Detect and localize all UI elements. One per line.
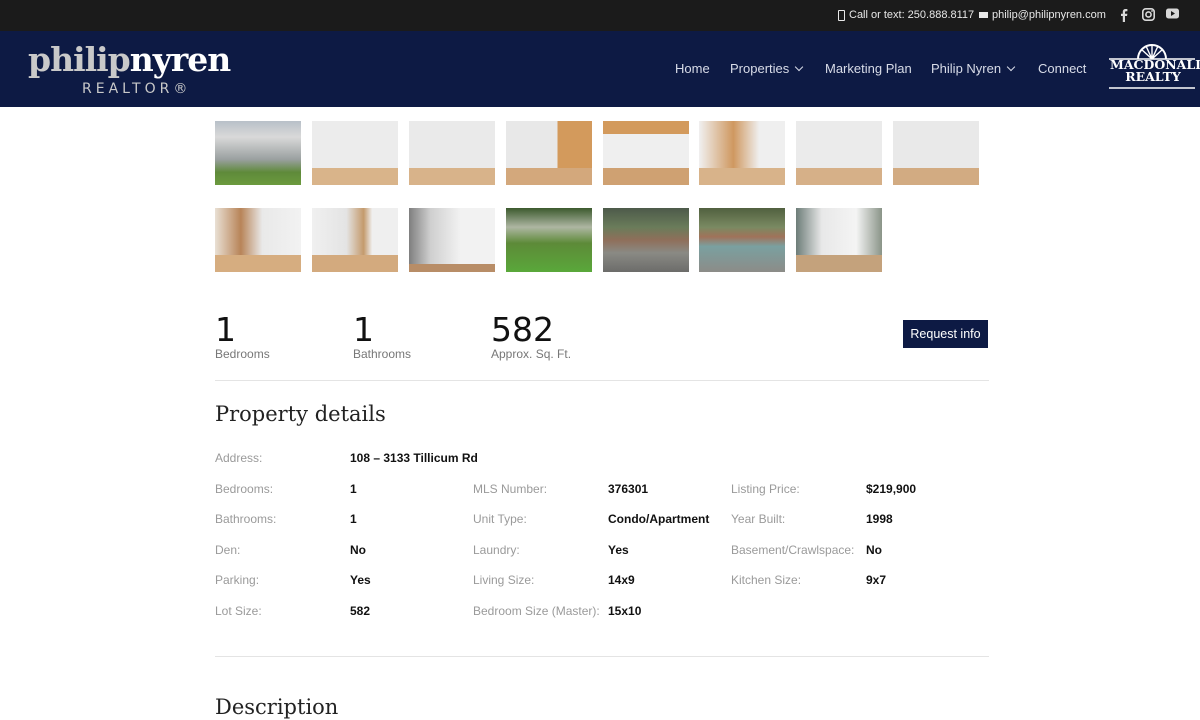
address-label: Address:: [215, 451, 263, 465]
top-bar: Call or text: 250.888.8117 philip@philip…: [0, 0, 1200, 31]
logo-part-1: philip: [28, 40, 131, 79]
detail-label: Laundry:: [473, 543, 520, 557]
bedrooms-label: Bedrooms: [215, 347, 270, 361]
detail-label: Parking:: [215, 573, 260, 587]
email-contact[interactable]: philip@philipnyren.com: [979, 9, 1106, 21]
detail-label: Unit Type:: [473, 512, 527, 526]
address-value: 108 – 3133 Tillicum Rd: [350, 451, 478, 465]
property-details-title: Property details: [215, 402, 386, 426]
description-title: Description: [215, 695, 339, 719]
phone-text: Call or text: 250.888.8117: [849, 9, 975, 21]
gallery-photo[interactable]: [796, 208, 882, 272]
divider: [215, 656, 989, 657]
nav-properties-label: Properties: [730, 61, 790, 76]
detail-value: Condo/Apartment: [608, 512, 710, 526]
nav-home-label: Home: [675, 61, 710, 76]
logo-wordmark: philipnyren: [28, 40, 232, 79]
detail-label: Den:: [215, 543, 241, 557]
phone-icon: [838, 9, 845, 21]
gallery-photo[interactable]: [506, 208, 592, 272]
bathrooms-label: Bathrooms: [353, 347, 412, 361]
sqft-label: Approx. Sq. Ft.: [491, 347, 572, 361]
detail-label: Listing Price:: [731, 482, 800, 496]
detail-label: MLS Number:: [473, 482, 548, 496]
phone-contact[interactable]: Call or text: 250.888.8117: [838, 9, 974, 21]
detail-value: Yes: [608, 543, 629, 557]
nav-philip-nyren[interactable]: Philip Nyren: [931, 61, 1016, 76]
detail-value: 14x9: [608, 573, 635, 587]
gallery-photo[interactable]: [893, 121, 979, 185]
brand-text: MACDONALD REALTY: [1110, 58, 1200, 84]
gallery-photo[interactable]: [215, 121, 301, 185]
gallery-photo[interactable]: [796, 121, 882, 185]
detail-value: $219,900: [866, 482, 917, 496]
detail-label: Living Size:: [473, 573, 535, 587]
detail-value: 376301: [608, 482, 649, 496]
nav-philip-nyren-label: Philip Nyren: [931, 61, 1002, 76]
detail-label: Kitchen Size:: [731, 573, 802, 587]
detail-label: Bathrooms:: [215, 512, 277, 526]
gallery-photo[interactable]: [699, 121, 785, 185]
detail-value: 1998: [866, 512, 893, 526]
detail-label: Lot Size:: [215, 604, 262, 618]
nav-marketing-plan[interactable]: Marketing Plan: [825, 61, 912, 76]
gallery-photo[interactable]: [312, 208, 398, 272]
nav-connect[interactable]: Connect: [1038, 61, 1086, 76]
gallery-photo[interactable]: [409, 208, 495, 272]
detail-label: Bedrooms:: [215, 482, 274, 496]
site-logo[interactable]: philipnyren REALTOR®: [28, 41, 258, 99]
detail-value: No: [866, 543, 882, 557]
nav-connect-label: Connect: [1038, 61, 1087, 76]
detail-value: Yes: [350, 573, 371, 587]
detail-label: Basement/Crawlspace:: [731, 543, 855, 557]
nav-marketing-plan-label: Marketing Plan: [825, 61, 912, 76]
detail-value: 1: [350, 482, 357, 496]
bedrooms-count: 1: [215, 310, 236, 349]
logo-subtitle: REALTOR®: [82, 81, 192, 97]
site-header: philipnyren REALTOR®: [0, 31, 1200, 107]
facebook-icon[interactable]: [1118, 8, 1130, 22]
gallery-photo[interactable]: [409, 121, 495, 185]
mail-icon: [979, 12, 988, 18]
email-text: philip@philipnyren.com: [992, 9, 1106, 21]
sqft-count: 582: [491, 310, 554, 349]
detail-value: 9x7: [866, 573, 887, 587]
divider: [215, 380, 989, 381]
macdonald-realty-logo[interactable]: MACDONALD REALTY: [1108, 43, 1200, 91]
logo-part-2: nyren: [129, 40, 232, 79]
brand-line-2: REALTY: [1125, 69, 1181, 84]
detail-value: 582: [350, 604, 371, 618]
instagram-icon[interactable]: [1142, 8, 1155, 21]
detail-value: 15x10: [608, 604, 642, 618]
chevron-down-icon: [795, 62, 804, 72]
detail-label: Year Built:: [731, 512, 786, 526]
youtube-icon[interactable]: [1166, 8, 1179, 19]
gallery-photo[interactable]: [506, 121, 592, 185]
gallery-photo[interactable]: [215, 208, 301, 272]
detail-value: No: [350, 543, 366, 557]
chevron-down-icon: [1006, 62, 1016, 72]
nav-properties[interactable]: Properties: [730, 61, 804, 76]
nav-home[interactable]: Home: [675, 61, 710, 76]
gallery-photo[interactable]: [603, 121, 689, 185]
bathrooms-count: 1: [353, 310, 374, 349]
gallery-photo[interactable]: [699, 208, 785, 272]
gallery-photo[interactable]: [603, 208, 689, 272]
gallery-photo[interactable]: [312, 121, 398, 185]
request-info-button[interactable]: Request info: [903, 320, 988, 348]
detail-value: 1: [350, 512, 357, 526]
detail-label: Bedroom Size (Master):: [473, 604, 600, 618]
